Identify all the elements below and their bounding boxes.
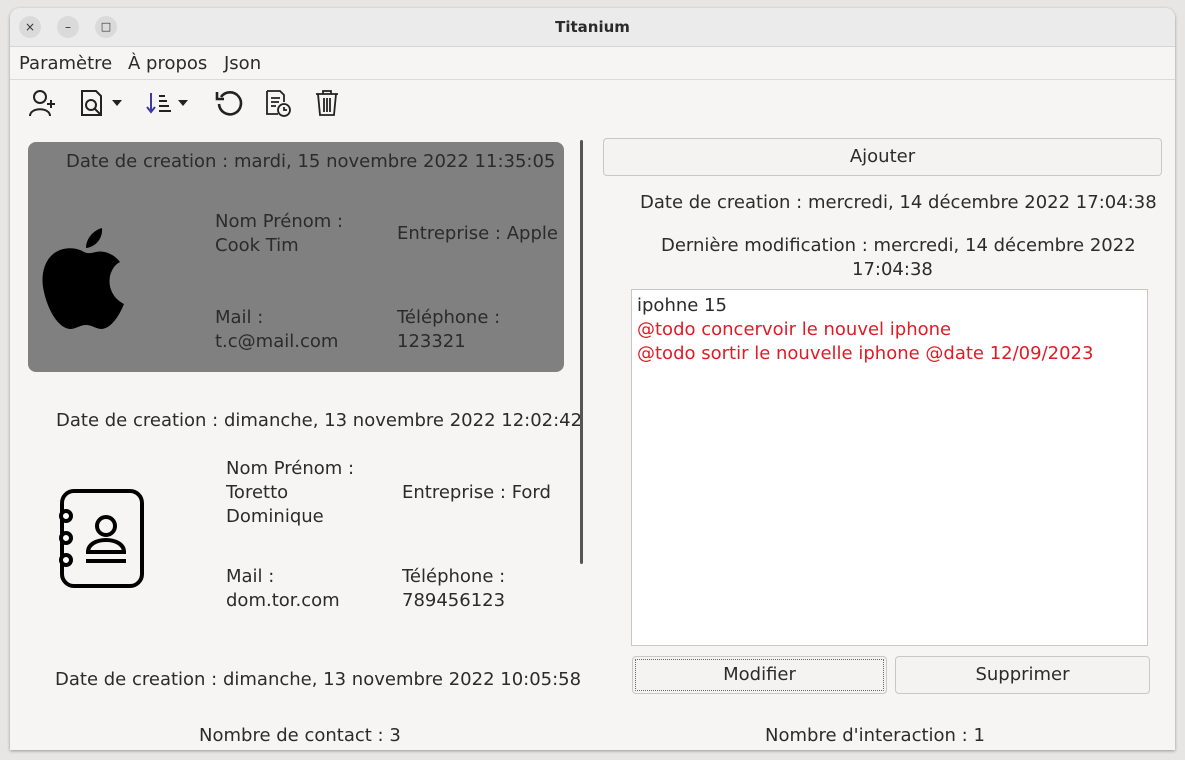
history-document-icon[interactable] xyxy=(264,88,292,118)
note-line: ipohne 15 xyxy=(637,295,727,316)
contact-phone: 123321 xyxy=(397,331,466,352)
contact-book-icon xyxy=(54,488,146,594)
contact-count: Nombre de contact : 3 xyxy=(199,725,401,746)
phone-label: Téléphone : xyxy=(397,307,501,328)
contact-company: Entreprise : Ford xyxy=(402,482,551,503)
contact-date: Date de creation : dimanche, 13 novembre… xyxy=(55,669,582,690)
menu-bar: Paramètre À propos Json xyxy=(10,47,1175,80)
add-user-icon[interactable] xyxy=(28,88,58,118)
contact-date: Date de creation : mardi, 15 novembre 20… xyxy=(66,151,556,172)
mail-label: Mail : xyxy=(226,566,275,587)
interaction-created-date: Date de creation : mercredi, 14 décembre… xyxy=(640,192,1157,213)
add-button[interactable]: Ajouter xyxy=(603,138,1162,176)
toolbar xyxy=(10,80,1175,126)
apple-logo-icon xyxy=(40,228,126,336)
contact-mail: t.c@mail.com xyxy=(215,331,339,352)
scrollbar[interactable] xyxy=(580,140,583,564)
search-document-icon[interactable] xyxy=(78,88,122,118)
chevron-down-icon[interactable] xyxy=(178,100,188,106)
title-bar: × – □ Titanium xyxy=(10,8,1175,47)
mail-label: Mail : xyxy=(215,307,264,328)
menu-parametre[interactable]: Paramètre xyxy=(19,53,112,74)
menu-a-propos[interactable]: À propos xyxy=(128,53,207,74)
window-title: Titanium xyxy=(555,18,630,36)
interaction-modified-date: Dernière modification : mercredi, 14 déc… xyxy=(661,235,1136,256)
phone-label: Téléphone : xyxy=(402,566,506,587)
contact-name-first: Toretto xyxy=(226,482,289,503)
contact-company: Entreprise : Apple xyxy=(397,223,558,244)
contact-name-last: Dominique xyxy=(226,506,324,527)
refresh-icon[interactable] xyxy=(214,88,244,118)
notes-editor[interactable]: ipohne 15 @todo concervoir le nouvel iph… xyxy=(631,289,1148,646)
note-line-todo: @todo sortir le nouvelle iphone @date 12… xyxy=(637,343,1094,364)
contact-phone: 789456123 xyxy=(402,590,506,611)
name-label: Nom Prénom : xyxy=(215,211,344,232)
delete-button[interactable]: Supprimer xyxy=(895,656,1150,694)
sort-icon[interactable] xyxy=(146,88,188,118)
chevron-down-icon[interactable] xyxy=(112,100,122,106)
app-window: × – □ Titanium Paramètre À propos Json D… xyxy=(10,8,1175,750)
contact-mail: dom.tor.com xyxy=(226,590,340,611)
note-line-todo: @todo concervoir le nouvel iphone xyxy=(637,319,952,340)
trash-icon[interactable] xyxy=(314,88,340,118)
contact-name: Cook Tim xyxy=(215,235,299,256)
modify-button[interactable]: Modifier xyxy=(632,656,887,694)
interaction-count: Nombre d'interaction : 1 xyxy=(765,725,985,746)
name-label: Nom Prénom : xyxy=(226,458,355,479)
menu-json[interactable]: Json xyxy=(224,53,261,74)
contact-date: Date de creation : dimanche, 13 novembre… xyxy=(56,410,583,431)
interaction-modified-time: 17:04:38 xyxy=(852,259,933,280)
